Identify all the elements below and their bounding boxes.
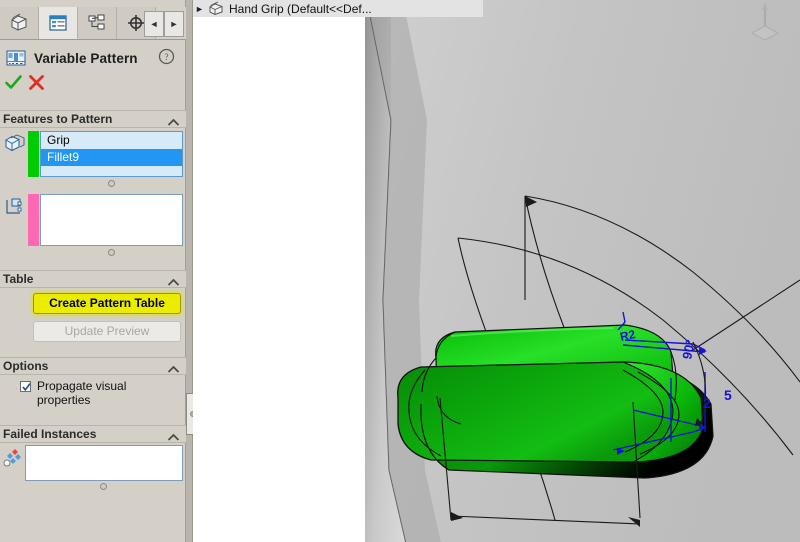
features-selection-icon [4, 133, 26, 155]
configuration-tree-icon [86, 13, 108, 33]
origin-triad-icon [745, 0, 785, 49]
question-mark-icon[interactable]: ? [158, 48, 175, 70]
tab-navigation-group: ◄ ► [144, 9, 186, 38]
breadcrumb[interactable]: ► Hand Grip (Default<<Def... [193, 0, 483, 17]
svg-text:?: ? [164, 53, 168, 63]
list-item[interactable]: Grip [41, 132, 182, 149]
chevron-up-icon[interactable] [167, 274, 180, 286]
tab-nav-next-button[interactable]: ► [164, 10, 184, 37]
page-title: Variable Pattern [34, 50, 138, 66]
cancel-button[interactable] [27, 73, 46, 97]
chevron-up-icon[interactable] [167, 114, 180, 126]
failed-instances-resize-grip[interactable] [100, 483, 107, 490]
bodies-selection-icon [4, 196, 26, 218]
solidworks-window: ◄ ► Variable Pattern ? Features to Patte… [0, 0, 800, 542]
list-item[interactable]: Fillet9 [41, 149, 182, 166]
section-label-features: Features to Pattern [3, 112, 113, 126]
section-label-failed-instances: Failed Instances [3, 427, 97, 441]
create-pattern-table-button[interactable]: Create Pattern Table [33, 293, 181, 314]
tab-nav-prev-button[interactable]: ◄ [144, 10, 164, 37]
section-header-failed-instances[interactable]: Failed Instances [0, 425, 186, 443]
chevron-up-icon[interactable] [167, 429, 180, 441]
propagate-visual-properties-checkbox[interactable] [20, 381, 31, 392]
configuration-manager-tab[interactable] [78, 7, 117, 39]
section-header-features[interactable]: Features to Pattern [0, 110, 186, 128]
property-list-icon [47, 13, 69, 33]
breadcrumb-label: Hand Grip (Default<<Def... [229, 1, 372, 16]
chevron-up-icon[interactable] [167, 361, 180, 373]
section-header-table[interactable]: Table [0, 270, 186, 288]
chevron-right-icon[interactable]: ► [195, 4, 207, 14]
property-manager-panel: ◄ ► Variable Pattern ? Features to Patte… [0, 0, 186, 542]
manager-tab-strip: ◄ ► [0, 7, 186, 40]
section-label-options: Options [3, 359, 49, 373]
instance-dimension-5[interactable]: 5 [724, 387, 732, 403]
panel-action-bar [0, 72, 186, 96]
features-selection-color-bar [28, 131, 39, 177]
panel-title-bar: Variable Pattern ? [0, 44, 186, 72]
property-manager-tab[interactable] [39, 7, 78, 39]
graphics-viewport[interactable]: 90° R2 2 5 ► Hand Grip (Default<<Def... [193, 0, 800, 542]
propagate-visual-properties-label: Propagate visual properties [37, 379, 127, 407]
model-render: 90°R22 5 [193, 0, 800, 542]
part-document-icon [207, 1, 226, 16]
variable-pattern-icon [5, 48, 27, 68]
failed-instances-icon [2, 447, 24, 469]
bodies-selection-list[interactable] [40, 194, 183, 246]
bodies-selection-color-bar [28, 194, 39, 246]
instance-dimension-2[interactable]: 2 [703, 395, 711, 411]
failed-instances-list[interactable] [25, 445, 183, 481]
section-label-table: Table [3, 272, 34, 286]
features-list-resize-grip[interactable] [108, 180, 115, 187]
bodies-list-resize-grip[interactable] [108, 249, 115, 256]
section-header-options[interactable]: Options [0, 357, 186, 375]
ok-button[interactable] [4, 73, 23, 97]
feature-manager-tree-tab[interactable] [0, 7, 39, 39]
update-preview-button[interactable]: Update Preview [33, 321, 181, 342]
cube-icon [8, 13, 30, 33]
features-selection-list[interactable]: Grip Fillet9 [40, 131, 183, 177]
panel-splitter[interactable] [186, 0, 193, 542]
